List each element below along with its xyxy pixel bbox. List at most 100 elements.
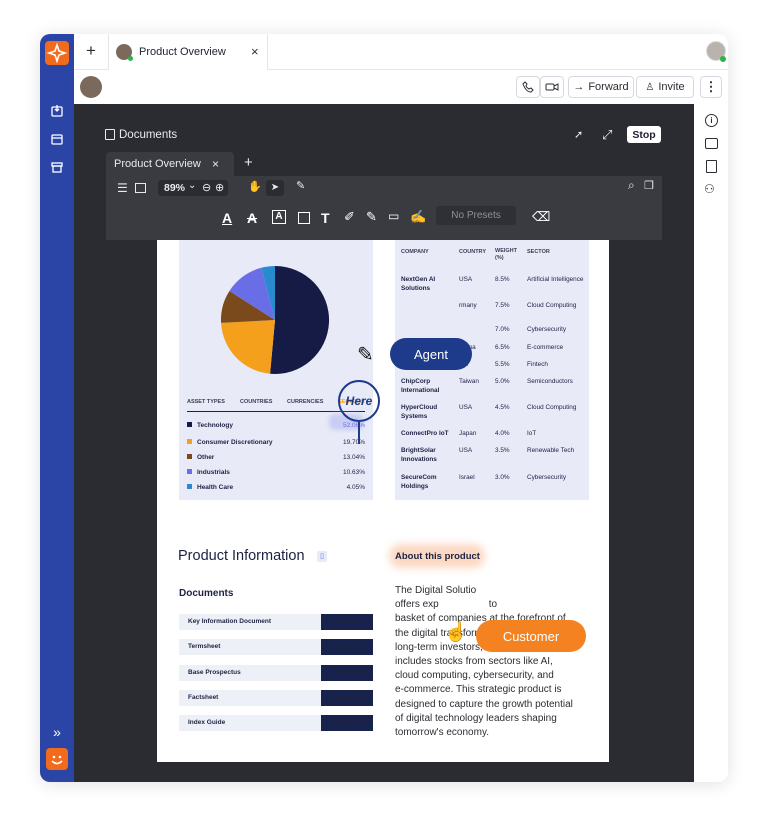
cell-sector: Cloud Computing — [527, 404, 577, 411]
close-doc-tab-icon[interactable]: × — [212, 157, 219, 171]
new-tab-button[interactable]: + — [82, 42, 100, 60]
document-row: Termsheet Download — [179, 639, 373, 655]
conversation-toolbar: → Forward ♙ Invite ⋮ — [74, 70, 728, 104]
archive-icon[interactable] — [49, 160, 65, 176]
pen-cursor-icon: ✎ — [357, 344, 374, 366]
search-icon[interactable]: ⌕ — [628, 178, 635, 193]
about-line-tail: to — [488, 599, 498, 611]
info-icon[interactable]: i — [705, 114, 718, 127]
cell-weight: 3.5% — [495, 447, 510, 454]
tab-currencies[interactable]: CURRENCIES — [287, 399, 323, 405]
marker-icon[interactable]: ✎ — [366, 209, 377, 225]
cell-country: USA — [459, 404, 473, 411]
zoom-select[interactable]: 89% ⌄ ⊖ ⊕ — [158, 180, 228, 196]
add-doc-tab-button[interactable]: + — [244, 154, 253, 171]
cell-country: USA — [459, 276, 473, 283]
table-row: rmany 7.5% Cloud Computing — [401, 302, 587, 324]
legend-label: Consumer Discretionary — [197, 439, 273, 446]
document-viewer: Documents ➚ ⤢ Stop Product Overview × + … — [74, 104, 694, 782]
online-dot — [128, 56, 133, 61]
pen-tool-icon[interactable]: ✎ — [296, 179, 305, 192]
text-tool-icon[interactable]: T — [321, 210, 330, 226]
tab-countries[interactable]: COUNTRIES — [240, 399, 272, 405]
table-row: ChipCorp International Taiwan 5.0% Semicond… — [401, 378, 587, 400]
copy-icon[interactable]: ❐ — [644, 179, 654, 192]
close-tab-icon[interactable]: × — [251, 44, 259, 59]
sidebar-toggle-icon[interactable] — [135, 183, 146, 193]
more-options-button[interactable]: ⋮ — [700, 76, 722, 98]
fullscreen-icon[interactable]: ⤢ — [602, 127, 612, 143]
legend-swatch — [187, 469, 192, 474]
text-underline-icon[interactable]: A — [222, 210, 232, 226]
about-line: The Digital Solutio — [395, 585, 477, 596]
tab-asset-types[interactable]: ASSET TYPES — [187, 399, 225, 405]
call-button[interactable] — [516, 76, 540, 98]
brand-logo[interactable] — [45, 41, 69, 65]
zoom-in-icon[interactable]: ⊕ — [215, 181, 224, 194]
tab-product-overview[interactable]: Product Overview × — [108, 34, 268, 70]
cell-sector: Semiconductors — [527, 378, 573, 385]
invite-button[interactable]: ♙ Invite — [636, 76, 694, 98]
pointer-mode-icon[interactable]: ➚ — [574, 128, 583, 141]
legend-value: 4.05% — [346, 484, 365, 491]
cell-company: NextGen AI Solutions — [401, 276, 436, 292]
select-tool[interactable]: ➤ — [266, 180, 284, 196]
stop-label: Stop — [632, 128, 656, 141]
menu-icon[interactable]: ☰ — [117, 181, 128, 195]
comment-icon[interactable]: ▭ — [388, 209, 399, 223]
contact-avatar[interactable] — [80, 76, 102, 98]
about-line: of digital technology leaders shaping — [395, 712, 557, 724]
rectangle-tool-icon[interactable] — [298, 212, 310, 224]
legend-row: Consumer Discretionary 19.70% — [187, 439, 365, 446]
expand-chevrons-icon[interactable]: » — [49, 724, 65, 740]
stop-button[interactable]: Stop — [627, 126, 661, 143]
zoom-out-icon[interactable]: ⊖ — [202, 181, 211, 194]
video-button[interactable] — [540, 76, 564, 98]
presets-select[interactable]: No Presets — [436, 206, 516, 225]
user-smiley-icon[interactable] — [46, 748, 68, 770]
download-button[interactable]: Download — [321, 639, 373, 655]
calendar-icon[interactable] — [49, 132, 65, 148]
about-paragraph: The Digital Solutio offers exp to basket … — [395, 584, 595, 740]
chat-icon[interactable] — [705, 138, 718, 149]
download-label: Download — [330, 669, 362, 676]
download-button[interactable]: Download — [321, 665, 373, 681]
cell-weight: 7.5% — [495, 302, 510, 309]
legend-value: 19.70% — [342, 439, 365, 446]
tab-label: Product Overview — [139, 46, 226, 58]
download-button[interactable]: Download — [321, 690, 373, 706]
text-strikethrough-icon[interactable]: A — [247, 210, 257, 226]
product-info-title: Product Information — [178, 548, 305, 564]
cell-weight: 5.5% — [495, 361, 510, 368]
text-highlight-icon[interactable]: A — [272, 210, 286, 224]
download-label: Download — [330, 694, 362, 701]
chevron-down-icon: ⌄ — [188, 180, 197, 191]
cell-country: rmany — [459, 302, 477, 309]
notes-icon[interactable] — [706, 160, 717, 173]
draw-icon[interactable]: ✐ — [344, 209, 355, 225]
cell-weight: 5.0% — [495, 378, 510, 385]
forward-label: Forward — [588, 81, 629, 93]
participants-icon[interactable]: ⚇ — [704, 182, 715, 196]
about-line: designed to capture the growth potential — [395, 698, 573, 710]
legend-label: Technology — [197, 422, 233, 429]
doc-tab[interactable]: Product Overview × — [106, 152, 234, 176]
forward-button[interactable]: → Forward — [568, 76, 634, 98]
about-line: cloud computing, cybersecurity, and — [395, 670, 554, 682]
download-button[interactable]: Download — [321, 715, 373, 731]
about-line-start: offers exp — [395, 599, 439, 611]
document-row: Index Guide Download — [179, 715, 373, 731]
about-line: offers exp to — [395, 598, 595, 612]
eraser-icon[interactable]: ⌫ — [532, 209, 550, 225]
tab-bar: + Product Overview × — [74, 34, 728, 70]
download-button[interactable]: Download — [321, 614, 373, 630]
viewer-title: Documents — [119, 129, 178, 141]
cell-weight: 4.5% — [495, 404, 510, 411]
signature-icon[interactable]: ✍ — [410, 209, 426, 225]
table-row: SecureCom Holdings Israel 3.0% Cybersecurit… — [401, 474, 587, 496]
inbox-icon[interactable] — [49, 104, 65, 120]
cell-sector: Fintech — [527, 361, 548, 368]
holdings-table: COMPANY COUNTRY WEIGHT (%) SECTOR NextGe… — [395, 240, 589, 500]
pie-slice-technology — [270, 265, 330, 374]
hand-tool-icon[interactable]: ✋ — [248, 180, 262, 193]
